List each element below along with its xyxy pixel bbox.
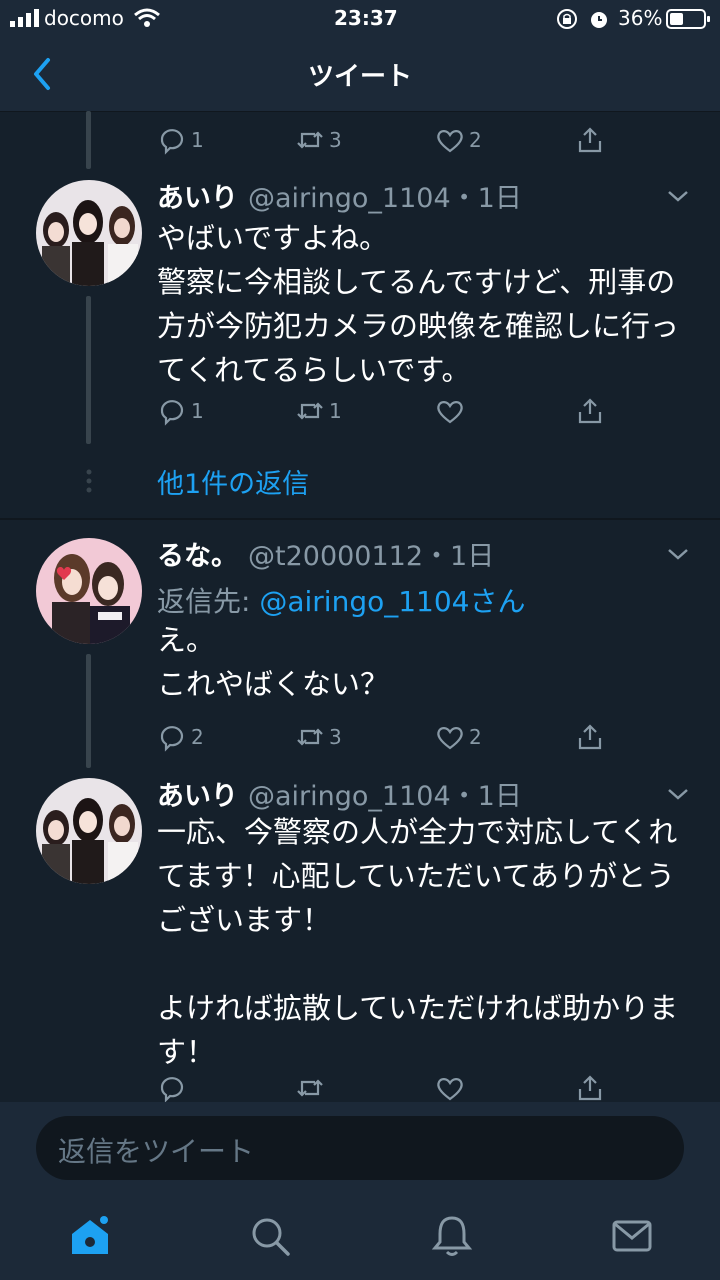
- reply-icon: [160, 726, 184, 752]
- tweet-author[interactable]: あいり @airingo_1104・1日: [157, 774, 522, 813]
- tweet-actions: 1 1: [157, 393, 617, 429]
- retweet-button[interactable]: 3: [295, 122, 342, 158]
- share-button[interactable]: [575, 122, 605, 158]
- like-button[interactable]: [435, 393, 469, 429]
- reply-count: 1: [191, 128, 204, 152]
- user-handle: @airingo_1104: [248, 781, 451, 812]
- home-icon[interactable]: [68, 1214, 112, 1258]
- notifications-icon[interactable]: [430, 1214, 474, 1258]
- retweet-button[interactable]: 1: [295, 393, 342, 429]
- wifi-icon: [134, 8, 160, 27]
- avatar[interactable]: [36, 778, 142, 884]
- tweet-author[interactable]: るな。 @t20000112・1日: [157, 534, 494, 573]
- heart-icon: [437, 727, 463, 750]
- heart-icon: [437, 130, 463, 153]
- signal-icon: [10, 9, 39, 27]
- share-icon: [578, 398, 602, 424]
- display-name: あいり: [157, 781, 238, 812]
- battery-percent: 36%: [618, 6, 663, 30]
- rotation-lock-icon: [557, 9, 577, 29]
- reply-to-label: 返信先:: [157, 585, 260, 618]
- heart-icon: [437, 401, 463, 424]
- clock: 23:37: [334, 6, 398, 30]
- reply-count: 1: [191, 399, 204, 423]
- reply-button[interactable]: 1: [157, 393, 204, 429]
- battery-icon: [666, 9, 710, 29]
- retweet-icon: [297, 131, 323, 149]
- reply-input-placeholder: 返信をツイート: [58, 1135, 255, 1168]
- status-bar: docomo 23:37 36%: [0, 0, 720, 36]
- tweet-text: 一応、今警察の人が全力で対応してくれてます！心配していただいてありがとうございま…: [157, 815, 679, 1069]
- search-icon[interactable]: [248, 1214, 292, 1258]
- user-handle: @airingo_1104: [248, 183, 451, 214]
- page-title: ツイート: [307, 62, 412, 92]
- retweet-count: 3: [329, 128, 342, 152]
- alarm-icon: [591, 12, 607, 28]
- avatar-photo: [36, 778, 142, 884]
- tweet-actions: 1 3 2: [157, 122, 617, 158]
- like-button[interactable]: 2: [435, 719, 482, 755]
- tweet-actions: 2 3 2: [157, 719, 617, 755]
- reply-button[interactable]: [157, 1070, 191, 1106]
- reply-icon: [160, 1077, 184, 1103]
- retweet-count: 3: [329, 725, 342, 749]
- avatar-photo: [36, 180, 142, 286]
- timestamp: ・1日: [423, 541, 495, 572]
- share-button[interactable]: [575, 393, 605, 429]
- retweet-button[interactable]: [295, 1070, 329, 1106]
- user-handle: @t20000112: [248, 541, 424, 572]
- messages-icon[interactable]: [610, 1214, 654, 1258]
- avatar[interactable]: [36, 180, 142, 286]
- more-dots-icon: [86, 469, 92, 493]
- thread-line: [86, 111, 91, 169]
- more-replies-link[interactable]: 他1件の返信: [157, 462, 309, 501]
- reply-icon: [160, 129, 184, 155]
- chevron-down-icon[interactable]: [666, 546, 690, 562]
- reply-count: 2: [191, 725, 204, 749]
- reply-to: 返信先: @airingo_1104さん: [157, 580, 525, 620]
- retweet-count: 1: [329, 399, 342, 423]
- thread-line: [86, 654, 91, 768]
- chevron-down-icon[interactable]: [666, 786, 690, 802]
- heart-icon: [437, 1078, 463, 1101]
- avatar-photo: [36, 538, 142, 644]
- display-name: るな。: [157, 541, 238, 572]
- like-count: 2: [469, 128, 482, 152]
- avatar[interactable]: [36, 538, 142, 644]
- carrier-label: docomo: [44, 6, 124, 30]
- tweet-text: やばいですよね。 警察に今相談してるんですけど、刑事の方が今防犯カメラの映像を確…: [157, 221, 680, 387]
- reply-input[interactable]: 返信をツイート: [36, 1116, 684, 1180]
- retweet-icon: [297, 402, 323, 420]
- retweet-icon: [297, 728, 323, 746]
- tweet-text: え。 これやばくない？: [157, 623, 390, 701]
- retweet-button[interactable]: 3: [295, 719, 342, 755]
- tweet-author[interactable]: あいり @airingo_1104・1日: [157, 176, 522, 215]
- share-icon: [578, 724, 602, 750]
- divider: [0, 518, 720, 520]
- chevron-down-icon[interactable]: [666, 188, 690, 204]
- thread-line: [86, 296, 91, 444]
- retweet-icon: [297, 1079, 323, 1097]
- nav-bar: ツイート: [0, 36, 720, 112]
- share-icon: [578, 1075, 602, 1101]
- tweet-actions: [157, 1070, 617, 1106]
- display-name: あいり: [157, 183, 238, 214]
- timestamp: ・1日: [450, 183, 522, 214]
- compose-bar: 返信をツイート: [0, 1102, 720, 1196]
- reply-icon: [160, 400, 184, 426]
- timestamp: ・1日: [450, 781, 522, 812]
- share-button[interactable]: [575, 719, 605, 755]
- share-icon: [578, 127, 602, 153]
- like-button[interactable]: [435, 1070, 469, 1106]
- reply-button[interactable]: 2: [157, 719, 204, 755]
- reply-to-user-link[interactable]: @airingo_1104さん: [259, 585, 525, 618]
- tab-bar: [0, 1196, 720, 1280]
- reply-button[interactable]: 1: [157, 122, 204, 158]
- like-button[interactable]: 2: [435, 122, 482, 158]
- like-count: 2: [469, 725, 482, 749]
- share-button[interactable]: [575, 1070, 605, 1106]
